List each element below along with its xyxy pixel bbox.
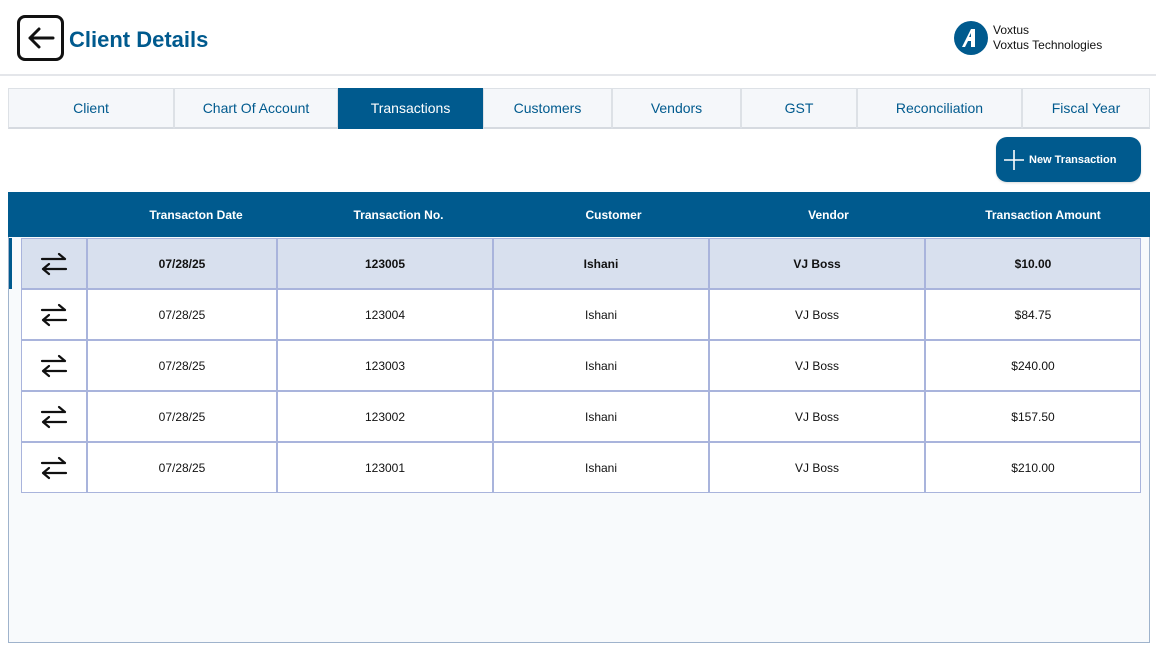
page-title: Client Details — [69, 27, 209, 52]
swap-arrows-icon[interactable] — [21, 391, 87, 442]
tab-customers[interactable]: Customers — [483, 88, 612, 129]
swap-arrows-icon[interactable] — [21, 289, 87, 340]
cell-date: 07/28/25 — [87, 238, 277, 289]
swap-arrows-icon[interactable] — [21, 340, 87, 391]
tab-client[interactable]: Client — [8, 88, 174, 129]
brand: Voxtus Voxtus Technologies — [954, 20, 1102, 56]
cell-vendor: VJ Boss — [709, 442, 925, 493]
cell-customer: Ishani — [493, 238, 709, 289]
new-transaction-label: New Transaction — [1029, 153, 1117, 166]
cell-vendor: VJ Boss — [709, 289, 925, 340]
cell-vendor: VJ Boss — [709, 238, 925, 289]
table-row[interactable]: 07/28/25 123003 Ishani VJ Boss $240.00 — [21, 340, 1141, 391]
arrow-left-icon — [28, 27, 54, 49]
cell-date: 07/28/25 — [87, 442, 277, 493]
table-row[interactable]: 07/28/25 123004 Ishani VJ Boss $84.75 — [21, 289, 1141, 340]
app-header: Client Details Voxtus Voxtus Technologie… — [0, 0, 1156, 76]
tab-reconciliation[interactable]: Reconciliation — [857, 88, 1022, 129]
cell-vendor: VJ Boss — [709, 340, 925, 391]
cell-customer: Ishani — [493, 289, 709, 340]
back-button[interactable] — [17, 15, 64, 61]
cell-amount: $10.00 — [925, 238, 1141, 289]
table-row[interactable]: 07/28/25 123001 Ishani VJ Boss $210.00 — [21, 442, 1141, 493]
cell-customer: Ishani — [493, 340, 709, 391]
cell-amount: $240.00 — [925, 340, 1141, 391]
cell-date: 07/28/25 — [87, 391, 277, 442]
cell-amount: $84.75 — [925, 289, 1141, 340]
tab-gst[interactable]: GST — [741, 88, 857, 129]
brand-name: Voxtus — [993, 23, 1030, 37]
column-header-date: Transacton Date — [149, 207, 243, 222]
new-transaction-button[interactable]: New Transaction — [996, 137, 1141, 182]
selected-row-marker — [9, 238, 12, 289]
cell-date: 07/28/25 — [87, 340, 277, 391]
cell-amount: $210.00 — [925, 442, 1141, 493]
tab-fiscal-year[interactable]: Fiscal Year — [1022, 88, 1150, 129]
column-header-customer: Customer — [585, 207, 642, 222]
cell-amount: $157.50 — [925, 391, 1141, 442]
column-header-amount: Transaction Amount — [985, 207, 1101, 222]
cell-customer: Ishani — [493, 391, 709, 442]
transactions-table: Transacton Date Transaction No. Customer… — [8, 192, 1150, 643]
table-row[interactable]: 07/28/25 123002 Ishani VJ Boss $157.50 — [21, 391, 1141, 442]
swap-arrows-icon[interactable] — [21, 238, 87, 289]
plus-icon — [1004, 149, 1024, 170]
table-row[interactable]: 07/28/25 123005 Ishani VJ Boss $10.00 — [21, 238, 1141, 289]
cell-number: 123001 — [277, 442, 493, 493]
cell-number: 123004 — [277, 289, 493, 340]
voxtus-logo — [954, 21, 988, 55]
swap-arrows-icon[interactable] — [21, 442, 87, 493]
cell-vendor: VJ Boss — [709, 391, 925, 442]
cell-date: 07/28/25 — [87, 289, 277, 340]
column-header-number: Transaction No. — [353, 207, 444, 222]
table-header: Transacton Date Transaction No. Customer… — [8, 192, 1150, 237]
tab-transactions[interactable]: Transactions — [338, 88, 483, 129]
cell-customer: Ishani — [493, 442, 709, 493]
tab-chart-of-account[interactable]: Chart Of Account — [174, 88, 338, 129]
column-header-vendor: Vendor — [808, 207, 849, 222]
brand-company: Voxtus Technologies — [993, 38, 1103, 52]
cell-number: 123003 — [277, 340, 493, 391]
cell-number: 123002 — [277, 391, 493, 442]
tab-vendors[interactable]: Vendors — [612, 88, 741, 129]
cell-number: 123005 — [277, 238, 493, 289]
